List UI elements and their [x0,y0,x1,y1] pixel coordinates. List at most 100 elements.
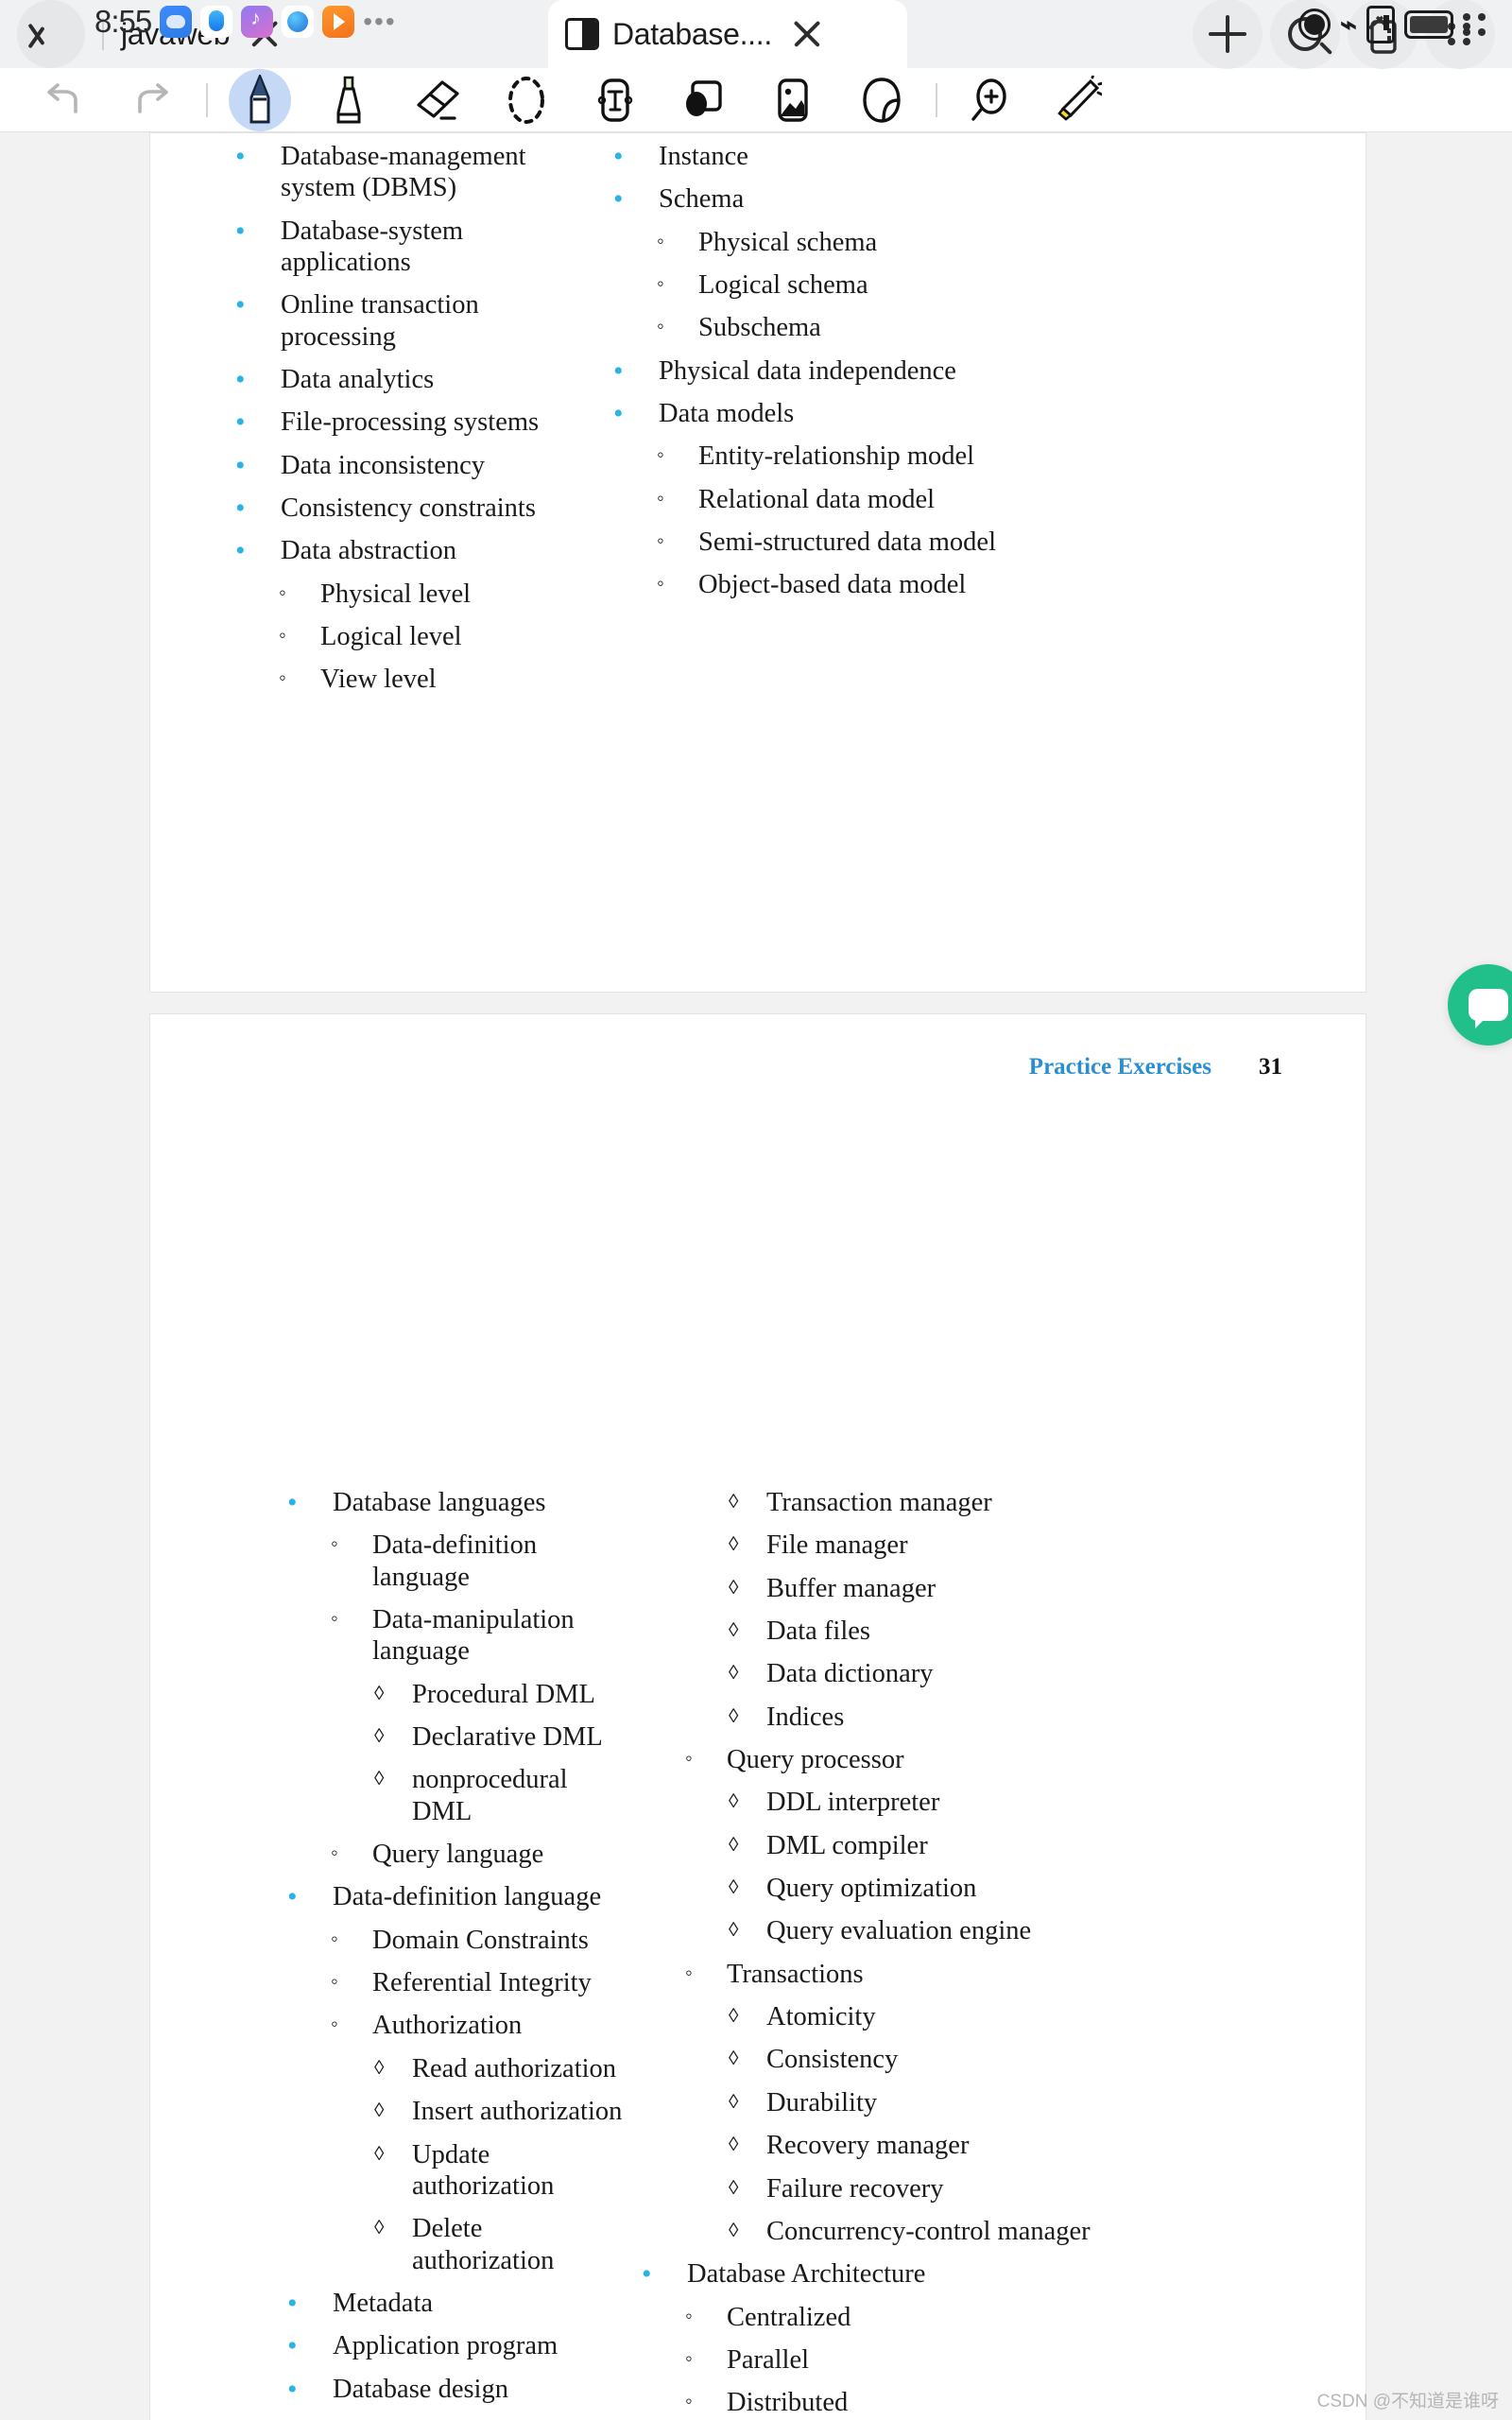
outline-item-label: File manager [766,1530,908,1561]
outline-item-l2: ◦ Relational data model [657,484,1124,515]
bullet-level-1-icon: • [613,398,624,430]
outline-item-label: Data-definition language [333,1882,602,1912]
toolbar-divider-2 [936,82,937,117]
bullet-level-2-icon: ◦ [685,2389,693,2413]
lasso-select-tool[interactable] [491,72,561,129]
bullet-level-2-icon: ◦ [279,623,286,648]
bullet-level-2-icon: ◦ [657,228,664,252]
outline-item-l3: ◊ Read authorization [374,2053,623,2084]
outline-item-label: Delete authorization [412,2214,555,2275]
back-button[interactable] [17,0,85,68]
outline-item-label: Procedural DML [412,1679,595,1709]
tab-close-database[interactable] [785,12,829,56]
bullet-level-1-icon: • [642,2258,652,2290]
magic-tool[interactable] [1043,72,1113,129]
outline-item-label: Object-based data model [698,570,967,600]
watermark: CSDN @不知道是谁呀 [1316,2392,1499,2411]
new-tab-button[interactable] [1193,0,1263,69]
sticker-icon [863,77,901,123]
page1-right-list: • Instance • Schema ◦ Physical schema ◦ Logical… [613,141,1124,601]
outline-item-l2: ◦ Entity-relationship model [657,441,1124,472]
bullet-level-3-icon: ◊ [729,1661,739,1685]
page2-right-list: ◊ Transaction manager ◊ File manager ◊ Buffer… [642,1487,1209,2420]
outline-item-label: File-processing systems [281,407,540,438]
image-icon [778,78,808,122]
highlighter-tool[interactable] [314,72,384,129]
outline-item-label: Transactions [727,1959,864,1989]
bullet-level-3-icon: ◊ [729,1876,739,1899]
bullet-level-3-icon: ◊ [729,2133,739,2156]
outline-item-label: Instance [659,142,748,171]
outline-item-label: Data-manipulation language [372,1605,575,1667]
text-tool[interactable] [580,72,650,129]
undo-button[interactable] [28,72,98,129]
bullet-level-3-icon: ◊ [729,1532,739,1556]
tab-javaweb[interactable]: javaweb [0,0,548,68]
outline-item-label: Insert authorization [412,2097,623,2127]
outline-item-l2: ◦ Transactions [685,1959,1209,1990]
outline-item-label: Schema [659,184,745,215]
tab-strip: javaweb Database.... [0,0,907,68]
image-tool[interactable] [758,72,828,129]
tab-close-javaweb[interactable] [243,12,286,56]
sticker-tool[interactable] [847,72,917,129]
outline-item-label: Database-management system (DBMS) [281,142,526,203]
bullet-level-2-icon: ◦ [279,666,286,690]
outline-item-label: Online transaction processing [281,290,479,352]
drawing-toolbar [0,68,1512,132]
outline-item-l1: • Data abstraction [235,535,594,566]
bullet-level-3-icon: ◊ [374,1724,385,1748]
outline-item-label: Recovery manager [766,2131,970,2161]
outline-item-label: DDL interpreter [766,1788,940,1818]
screenshot-button[interactable] [1348,0,1418,69]
outline-item-l1: • Database-system applications [235,216,594,279]
outline-item-l3: ◊ Buffer manager [729,1573,1209,1604]
outline-item-l3: ◊ DDL interpreter [729,1787,1209,1818]
tab-database[interactable]: Database.... [548,0,907,68]
page2-left-column: • Database languages ◦ Data-definition lang… [150,1487,623,2420]
outline-item-label: Database-system applications [281,216,464,278]
outline-item-l3: ◊ Concurrency-control manager [729,2216,1209,2247]
outline-item-l2: ◦ Query processor [685,1744,1209,1775]
chat-bubble-fab[interactable] [1448,964,1512,1046]
outline-item-l1: • File-processing systems [235,406,594,438]
shape-tool[interactable] [669,72,739,129]
document-page-2: Practice Exercises 31 • Database language… [149,1013,1366,2420]
page1-left-list: • Database-management system (DBMS) • Datab… [235,141,594,696]
bullet-level-3-icon: ◊ [729,1618,739,1642]
outline-item-label: Application program [333,2331,558,2361]
outline-item-label: Centralized [727,2302,851,2332]
outline-item-l2: ◦Conceptual design [331,2416,623,2420]
outline-item-l3: ◊ nonprocedural DML [374,1764,623,1827]
bullet-level-2-icon: ◦ [331,2012,338,2036]
outline-item-l1: • Data models [613,398,1124,429]
bullet-level-3-icon: ◊ [729,1575,739,1599]
outline-item-l2: ◦ View level [279,664,594,695]
outline-item-l2: ◦ Object-based data model [657,569,1124,600]
page-running-head: Practice Exercises 31 [1029,1054,1282,1080]
plus-icon [1209,15,1246,53]
more-options-button[interactable] [1425,0,1495,69]
shape-icon [686,79,722,116]
outline-item-label: Data analytics [281,365,435,395]
document-canvas[interactable]: • Database-management system (DBMS) • Datab… [0,132,1512,2420]
outline-item-label: DML compiler [766,1830,928,1860]
redo-button[interactable] [117,72,187,129]
outline-item-l3: ◊ Delete authorization [374,2213,623,2276]
search-button[interactable] [1270,0,1340,69]
bullet-level-2-icon: ◦ [685,2303,693,2327]
zoom-tool[interactable] [954,72,1024,129]
outline-item-l2: ◦ Logical level [279,621,594,652]
window-actions [1193,0,1512,69]
bullet-level-3-icon: ◊ [729,1789,739,1813]
outline-item-l3: ◊ Data files [729,1616,1209,1647]
redo-icon [138,82,168,113]
pen-tool[interactable] [225,72,295,129]
eraser-tool[interactable] [403,72,472,129]
outline-item-label: Consistency [766,2045,899,2075]
outline-item-l1: • Data-definition language [287,1881,623,1912]
outline-item-l3: ◊ Procedural DML [374,1679,623,1710]
outline-item-l1: • Online transaction processing [235,289,594,353]
outline-item-l2: ◦ Physical level [279,579,594,610]
outline-item-l1: • Consistency constraints [235,493,594,524]
